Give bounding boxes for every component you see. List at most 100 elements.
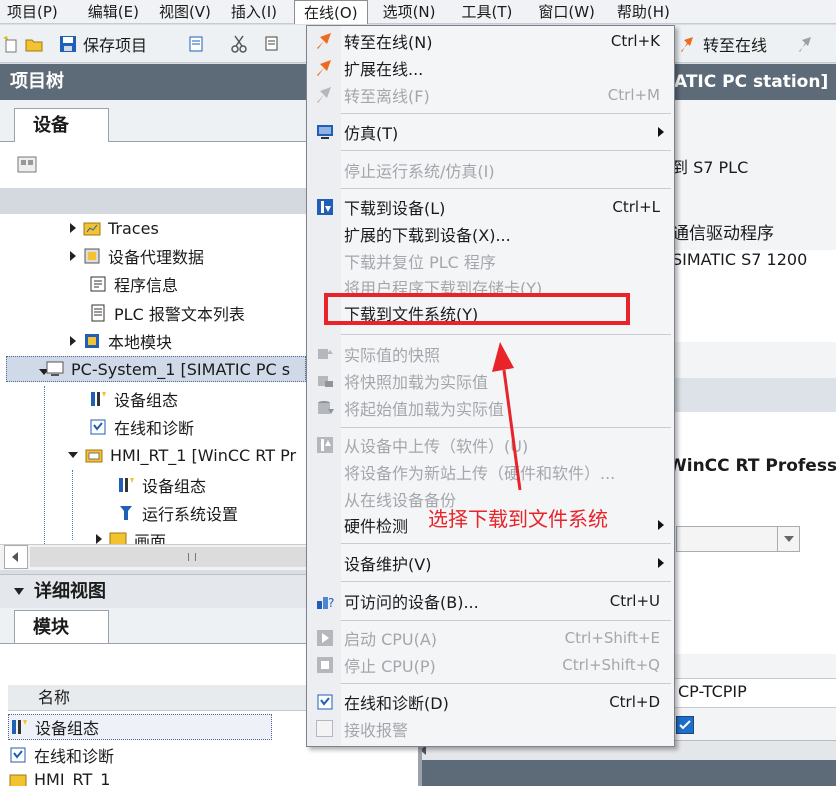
menu-item-label: 仿真(T)	[344, 124, 399, 143]
menu-item-simulation[interactable]: 仿真(T)	[307, 119, 674, 145]
diagnostics-icon	[10, 747, 26, 763]
chevron-down-icon	[784, 536, 794, 542]
tree-item-device-config[interactable]: 设备组态	[88, 386, 178, 412]
detail-view-title: 详细视图	[34, 580, 106, 602]
cut-icon	[231, 35, 247, 53]
load-snapshot-icon	[318, 376, 333, 387]
expand-icon[interactable]	[70, 336, 76, 346]
menu-insert[interactable]: 插入(I)	[222, 0, 286, 24]
grip-icon	[188, 553, 196, 561]
tree-item-traces[interactable]: Traces	[70, 215, 159, 241]
tree-item-label: 画面	[134, 532, 167, 544]
tree-item-hmi-rt[interactable]: HMI_RT_1 [WinCC RT Pr	[68, 442, 296, 468]
scroll-thumb[interactable]	[30, 547, 306, 567]
detail-row-hmi-rt[interactable]: HMI_RT_1	[8, 770, 110, 786]
expand-icon[interactable]	[70, 251, 76, 261]
tree-item-screens[interactable]: 画面	[96, 528, 166, 544]
menu-item-go-online[interactable]: 转至在线(N) Ctrl+K	[307, 28, 674, 54]
upload-icon	[317, 437, 333, 453]
menu-item-accessible-devices[interactable]: ? 可访问的设备(B)... Ctrl+U	[307, 588, 674, 614]
menu-item-device-maintenance[interactable]: 设备维护(V)	[307, 550, 674, 576]
device-config-icon	[12, 720, 27, 734]
toolbar-go-offline-button[interactable]	[796, 33, 816, 55]
menu-item-label: 下载并复位 PLC 程序	[344, 253, 496, 272]
menu-window[interactable]: 窗口(W)	[529, 0, 604, 24]
menu-tools[interactable]: 工具(T)	[453, 0, 522, 24]
menu-item-download-to-device[interactable]: 下载到设备(L) Ctrl+L	[307, 194, 674, 220]
detail-row-device-config[interactable]: 设备组态	[8, 714, 272, 740]
menu-separator	[341, 620, 671, 621]
menu-item-shortcut: Ctrl+Shift+E	[564, 629, 660, 647]
menu-project[interactable]: 项目(P)	[0, 0, 67, 24]
traces-folder-icon	[83, 222, 101, 236]
expand-icon[interactable]	[96, 534, 102, 544]
highlight-box	[324, 293, 630, 325]
tree-guide-line	[72, 470, 73, 540]
tree-horizontal-scrollbar[interactable]	[0, 544, 306, 570]
collapse-icon[interactable]	[68, 452, 78, 458]
menu-item-shortcut: Ctrl+Shift+Q	[562, 656, 660, 674]
wincc-title: WinCC RT Professi	[668, 456, 836, 476]
submenu-arrow-icon	[658, 127, 664, 137]
print-button[interactable]	[186, 33, 206, 55]
save-project-label: 保存项目	[83, 36, 148, 55]
menu-item-extended-online[interactable]: 扩展在线...	[307, 55, 674, 81]
menu-item-go-offline: 转至离线(F) Ctrl+M	[307, 82, 674, 108]
menu-item-shortcut: Ctrl+K	[610, 32, 660, 50]
settings-dropdown[interactable]	[676, 526, 800, 552]
menu-online[interactable]: 在线(O)	[294, 0, 368, 24]
device-proxy-icon	[84, 248, 100, 264]
check-icon	[679, 720, 691, 730]
tree-item-local-modules[interactable]: 本地模块	[70, 328, 172, 354]
menu-edit[interactable]: 编辑(E)	[79, 0, 148, 24]
menu-item-label: 将起始值加载为实际值	[344, 400, 505, 419]
device-view-icon[interactable]	[16, 154, 38, 176]
toolbar-go-online-button[interactable]: 转至在线	[678, 33, 767, 55]
menu-item-online-diagnostics[interactable]: 在线和诊断(D) Ctrl+D	[307, 689, 674, 715]
menu-item-stop-cpu: 停止 CPU(P) Ctrl+Shift+Q	[307, 652, 674, 678]
receive-alarms-checkbox	[316, 720, 333, 737]
dropdown-arrow-button[interactable]	[777, 527, 799, 551]
menu-item-extended-download[interactable]: 扩展的下载到设备(X)...	[307, 221, 674, 247]
bottom-bar	[416, 760, 836, 786]
tree-item-hmi-device-config[interactable]: 设备组态	[116, 472, 206, 498]
tree-item-device-proxy[interactable]: 设备代理数据	[70, 243, 204, 269]
save-project-button[interactable]: 保存项目	[58, 33, 147, 55]
new-project-button[interactable]	[0, 33, 20, 55]
cut-button[interactable]	[229, 33, 249, 55]
tab-devices[interactable]: 设备	[14, 108, 109, 142]
comm-driver-header: 通信驱动程序	[672, 224, 774, 244]
tree-item-runtime-settings[interactable]: 运行系统设置	[116, 500, 238, 526]
menu-item-label: 设备维护(V)	[344, 555, 432, 574]
detail-row-label: 设备组态	[35, 719, 100, 738]
menu-help[interactable]: 帮助(H)	[608, 0, 679, 24]
tree-item-pc-system[interactable]: PC-System_1 [SIMATIC PC s	[6, 356, 306, 382]
detail-row-online-diagnostics[interactable]: 在线和诊断	[8, 742, 114, 768]
scroll-left-button[interactable]	[4, 545, 28, 569]
tree-item-label: 设备组态	[142, 477, 207, 496]
toolbar-go-online-label: 转至在线	[703, 36, 768, 55]
menu-options[interactable]: 选项(N)	[374, 0, 445, 24]
copy-button[interactable]	[263, 33, 283, 55]
menu-item-receive-alarms: 接收报警	[307, 716, 674, 742]
chevron-down-icon[interactable]	[14, 588, 24, 595]
tab-modules[interactable]: 模块	[14, 610, 109, 644]
go-offline-icon	[799, 37, 811, 52]
menu-view[interactable]: 视图(V)	[150, 0, 220, 24]
menu-item-label: 停止运行系统/仿真(I)	[344, 162, 495, 181]
enable-checkbox[interactable]	[676, 716, 694, 734]
diagnostics-icon	[90, 419, 106, 435]
chevron-left-icon	[12, 552, 18, 562]
s7-plc-label: 到 S7 PLC	[672, 158, 749, 177]
annotation-text: 选择下载到文件系统	[428, 507, 608, 531]
hmi-folder-icon	[85, 449, 103, 463]
device-config-icon	[119, 478, 134, 492]
open-project-button[interactable]	[24, 33, 44, 55]
tree-item-plc-alarm-list[interactable]: PLC 报警文本列表	[88, 300, 245, 326]
station-title: ATIC PC station]	[674, 72, 829, 92]
tree-item-program-info[interactable]: 程序信息	[88, 271, 178, 297]
alarm-list-icon	[91, 304, 105, 322]
go-online-icon	[317, 33, 331, 49]
expand-icon[interactable]	[70, 223, 76, 233]
tree-item-online-diagnostics[interactable]: 在线和诊断	[88, 414, 194, 440]
